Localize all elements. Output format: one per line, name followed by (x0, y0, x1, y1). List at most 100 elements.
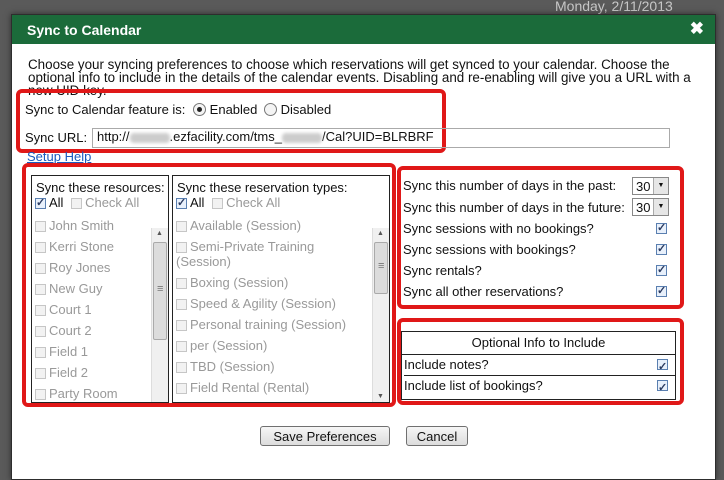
resources-all-checkbox[interactable] (35, 196, 46, 209)
setup-help-link[interactable]: Setup Help (27, 149, 91, 164)
disabled-label[interactable]: Disabled (281, 102, 332, 117)
redacted-subdomain (129, 132, 170, 143)
url-prefix: http:// (97, 129, 130, 144)
close-icon[interactable]: ✖ (690, 19, 704, 39)
resources-check-all-label[interactable]: Check All (85, 195, 139, 210)
list-item[interactable]: Party Room (35, 386, 118, 401)
types-scrollbar[interactable]: ▲ ▼ (372, 228, 389, 402)
rentals-checkbox[interactable] (656, 263, 667, 276)
scroll-thumb[interactable] (153, 242, 167, 340)
types-header: Sync these reservation types: (177, 180, 348, 195)
include-notes-row: Include notes? (404, 355, 675, 377)
list-item[interactable]: Field 1 (35, 344, 118, 359)
resources-header: Sync these resources: (36, 180, 165, 195)
include-bookings-checkbox[interactable] (657, 378, 668, 398)
feature-label: Sync to Calendar feature is: (25, 102, 186, 117)
other-reservations-checkbox[interactable] (656, 284, 667, 297)
item-checkbox[interactable] (35, 347, 46, 358)
item-checkbox[interactable] (35, 326, 46, 337)
resources-all-label[interactable]: All (49, 195, 63, 210)
chevron-down-icon[interactable]: ▼ (653, 199, 668, 215)
list-item[interactable]: New Guy (35, 281, 118, 296)
resources-scrollbar[interactable]: ▲ (151, 228, 168, 402)
resources-items: John Smith Kerri Stone Roy Jones New Guy… (35, 218, 118, 402)
sync-to-calendar-dialog: Sync to Calendar ✖ Choose your syncing p… (11, 14, 716, 480)
optional-info-table: Optional Info to Include Include notes? … (401, 331, 676, 400)
item-checkbox[interactable] (176, 299, 187, 310)
disabled-radio[interactable] (264, 103, 278, 116)
list-item[interactable]: per (Session) (176, 338, 346, 353)
list-item[interactable]: Roy Jones (35, 260, 118, 275)
list-item[interactable]: Personal training (Session) (176, 317, 346, 332)
item-checkbox[interactable] (176, 362, 187, 373)
with-bookings-checkbox[interactable] (656, 242, 667, 255)
dialog-title: Sync to Calendar (27, 22, 142, 38)
rentals-label: Sync rentals? (403, 263, 482, 278)
types-all-row: All Check All (176, 195, 280, 210)
no-bookings-label: Sync sessions with no bookings? (403, 221, 594, 236)
chevron-down-icon[interactable]: ▼ (653, 178, 668, 194)
list-item[interactable]: Field Rental (Rental) (176, 380, 346, 395)
item-checkbox[interactable] (35, 263, 46, 274)
with-bookings-label: Sync sessions with bookings? (403, 242, 576, 257)
item-checkbox[interactable] (176, 383, 187, 394)
types-check-all-label[interactable]: Check All (226, 195, 280, 210)
redacted-path (281, 132, 322, 143)
days-future-label: Sync this number of days in the future: (403, 200, 625, 215)
sync-url-label: Sync URL: (25, 130, 88, 145)
resources-list: Sync these resources: All Check All John… (31, 175, 169, 403)
scroll-down-icon[interactable]: ▼ (377, 393, 384, 400)
list-item[interactable]: John Smith (35, 218, 118, 233)
cancel-button[interactable]: Cancel (406, 426, 468, 446)
include-notes-checkbox[interactable] (657, 357, 668, 377)
resources-all-row: All Check All (35, 195, 139, 210)
url-middle: .ezfacility.com/tms_ (169, 129, 282, 144)
no-bookings-checkbox[interactable] (656, 221, 667, 234)
item-checkbox[interactable] (35, 368, 46, 379)
url-suffix: /Cal?UID=BLRBRF (321, 129, 434, 144)
list-item[interactable]: Boxing (Session) (176, 275, 346, 290)
list-item[interactable]: TBD (Session) (176, 359, 346, 374)
scroll-up-icon[interactable]: ▲ (377, 230, 384, 237)
resources-check-all-checkbox[interactable] (71, 198, 83, 209)
list-item[interactable]: Field 2 (35, 365, 118, 380)
include-bookings-row: Include list of bookings? (404, 376, 675, 398)
feature-row: Sync to Calendar feature is: Enabled Dis… (25, 102, 331, 117)
item-checkbox[interactable] (176, 320, 187, 331)
list-item[interactable]: Kerri Stone (35, 239, 118, 254)
types-items: Available (Session) Semi-Private Trainin… (176, 218, 346, 401)
list-item[interactable]: Court 1 (35, 302, 118, 317)
item-checkbox[interactable] (176, 221, 187, 232)
types-all-checkbox[interactable] (176, 196, 187, 209)
optional-info-header: Optional Info to Include (402, 332, 675, 355)
scroll-up-icon[interactable]: ▲ (156, 230, 163, 237)
other-reservations-label: Sync all other reservations? (403, 284, 564, 299)
days-past-label: Sync this number of days in the past: (403, 178, 617, 193)
sync-url-field[interactable]: http:// .ezfacility.com/tms_ /Cal?UID=BLRB… (92, 128, 670, 148)
item-checkbox[interactable] (176, 242, 187, 253)
background-date: Monday, 2/11/2013 (555, 0, 673, 14)
scroll-thumb[interactable] (374, 242, 388, 294)
reservation-types-list: Sync these reservation types: All Check … (172, 175, 390, 403)
item-checkbox[interactable] (35, 284, 46, 295)
include-bookings-label: Include list of bookings? (404, 378, 543, 393)
item-checkbox[interactable] (35, 305, 46, 316)
types-check-all-checkbox[interactable] (212, 198, 224, 209)
include-notes-label: Include notes? (404, 357, 489, 372)
types-all-label[interactable]: All (190, 195, 204, 210)
days-past-select[interactable]: 30 ▼ (632, 177, 669, 195)
item-checkbox[interactable] (176, 341, 187, 352)
list-item[interactable]: Available (Session) (176, 218, 346, 233)
list-item[interactable]: Speed & Agility (Session) (176, 296, 346, 311)
item-checkbox[interactable] (35, 221, 46, 232)
save-preferences-button[interactable]: Save Preferences (260, 426, 390, 446)
enabled-radio[interactable] (193, 103, 207, 116)
list-item[interactable]: Semi-Private Training (Session) (176, 239, 326, 269)
dialog-titlebar: Sync to Calendar ✖ (12, 15, 715, 44)
item-checkbox[interactable] (35, 389, 46, 400)
enabled-label[interactable]: Enabled (210, 102, 258, 117)
item-checkbox[interactable] (176, 278, 187, 289)
item-checkbox[interactable] (35, 242, 46, 253)
days-future-select[interactable]: 30 ▼ (632, 198, 669, 216)
list-item[interactable]: Court 2 (35, 323, 118, 338)
